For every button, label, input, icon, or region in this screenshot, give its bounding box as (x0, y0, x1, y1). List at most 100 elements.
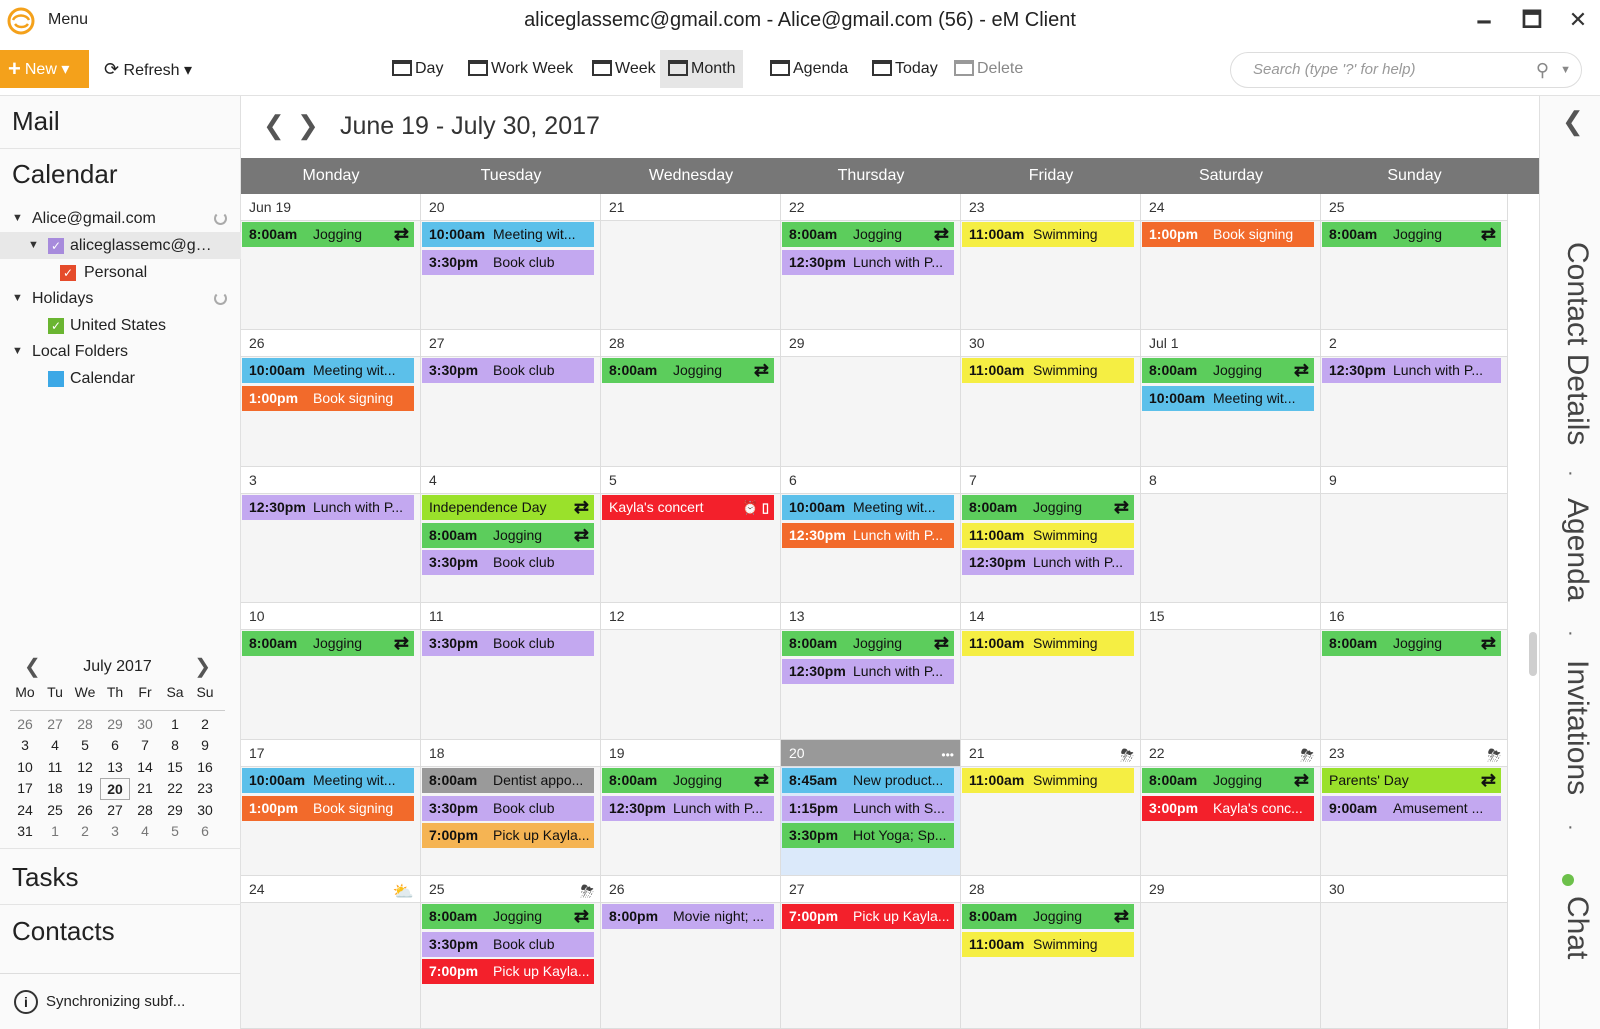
day-cell[interactable]: 21 (601, 194, 781, 330)
calendar-event[interactable]: 3:00pm Kayla's conc... (1142, 795, 1314, 821)
mini-day[interactable]: 25 (40, 800, 70, 822)
maximize-button[interactable]: 🗖 (1512, 4, 1552, 36)
expand-triangle-icon[interactable]: ▼ (12, 285, 23, 312)
view-day-button[interactable]: Day (384, 50, 451, 88)
day-cell[interactable]: 24 ⛅ (241, 876, 421, 1029)
view-agenda-button[interactable]: Agenda (762, 50, 856, 88)
mini-day[interactable]: 23 (190, 778, 220, 800)
chat-tab[interactable]: Chat (1546, 896, 1594, 959)
calendar-event[interactable]: 3:30pm Book club (422, 358, 594, 383)
calendar-event[interactable]: 8:00am Jogging ⇄ (1142, 358, 1314, 383)
calendar-event[interactable]: 8:00pm Movie night; ... (602, 904, 774, 929)
day-cell[interactable]: 30 (1321, 876, 1508, 1029)
day-cell[interactable]: 28 8:00am Jogging ⇄ (601, 330, 781, 467)
calendar-event[interactable]: 9:00am Amusement ... (1322, 795, 1501, 821)
day-cell[interactable]: 15 (1141, 603, 1321, 740)
day-cell[interactable]: 25 ⛈ 8:00am Jogging ⇄ 3:30pm Book club 7:00pm Pi… (421, 876, 601, 1029)
day-cell[interactable]: 23 ⛈ Parents' Day ⇄ 9:00am Amusement ... (1321, 740, 1508, 876)
mini-day[interactable]: 15 (160, 757, 190, 779)
day-cell[interactable]: 7 8:00am Jogging ⇄ 11:00am Swimming 12:30pm Lun… (961, 467, 1141, 603)
mini-prev-month-icon[interactable]: ❮ (24, 652, 41, 682)
view-today-button[interactable]: Today (864, 50, 946, 88)
checkbox-icon[interactable]: ✓ (48, 318, 64, 334)
calendar-event[interactable]: 11:00am Swimming (962, 768, 1134, 793)
tree-item[interactable]: ✓ Personal (0, 259, 241, 286)
mini-day[interactable]: 6 (100, 735, 130, 757)
day-cell[interactable]: 22 ⛈ 8:00am Jogging ⇄ 3:00pm Kayla's conc... (1141, 740, 1321, 876)
tasks-section[interactable]: Tasks (0, 862, 241, 893)
day-cell[interactable]: 25 8:00am Jogging ⇄ (1321, 194, 1508, 330)
mini-day[interactable]: 28 (70, 714, 100, 736)
calendar-event[interactable]: 1:00pm Book signing (242, 385, 414, 411)
minimize-button[interactable]: 🗕 (1464, 4, 1504, 36)
day-cell[interactable]: 27 7:00pm Pick up Kayla... (781, 876, 961, 1029)
day-cell[interactable]: 27 3:30pm Book club (421, 330, 601, 467)
day-cell[interactable]: 12 (601, 603, 781, 740)
calendar-event[interactable]: 3:30pm Book club (422, 249, 594, 275)
day-cell[interactable]: 14 11:00am Swimming (961, 603, 1141, 740)
calendar-event[interactable]: 8:00am Dentist appo... (422, 768, 594, 793)
view-delete-button[interactable]: Delete (946, 50, 1031, 88)
expand-triangle-icon[interactable]: ▼ (12, 338, 23, 365)
day-cell[interactable]: 26 10:00am Meeting wit... 1:00pm Book signin… (241, 330, 421, 467)
calendar-event[interactable]: Independence Day ⇄ (422, 495, 594, 520)
day-cell[interactable]: 23 11:00am Swimming (961, 194, 1141, 330)
calendar-event[interactable]: 8:00am Jogging ⇄ (1142, 768, 1314, 793)
day-cell[interactable]: 9 (1321, 467, 1508, 603)
calendar-event[interactable]: Parents' Day ⇄ (1322, 768, 1501, 793)
calendar-event[interactable]: 8:00am Jogging ⇄ (1322, 631, 1501, 656)
calendar-event[interactable]: 1:00pm Book signing (1142, 222, 1314, 247)
calendar-event[interactable]: 11:00am Swimming (962, 931, 1134, 957)
mini-day[interactable]: 24 (10, 800, 40, 822)
mini-day[interactable]: 17 (10, 778, 40, 800)
mini-day[interactable]: 27 (100, 800, 130, 822)
day-cell[interactable]: 28 8:00am Jogging ⇄ 11:00am Swimming (961, 876, 1141, 1029)
mini-day[interactable]: 1 (40, 821, 70, 843)
calendar-event[interactable]: 1:00pm Book signing (242, 795, 414, 821)
calendar-event[interactable]: 8:00am Jogging ⇄ (782, 631, 954, 656)
calendar-event[interactable]: 11:00am Swimming (962, 358, 1134, 383)
day-cell[interactable]: Jul 1 8:00am Jogging ⇄ 10:00am Meeting wit... (1141, 330, 1321, 467)
calendar-event[interactable]: 3:30pm Hot Yoga; Sp... (782, 823, 954, 848)
contacts-section[interactable]: Contacts (0, 916, 241, 947)
mini-day[interactable]: 10 (10, 757, 40, 779)
day-cell[interactable]: 19 8:00am Jogging ⇄ 12:30pm Lunch with P... (601, 740, 781, 876)
view-work-week-button[interactable]: Work Week (460, 50, 581, 88)
mini-day[interactable]: 5 (70, 735, 100, 757)
calendar-event[interactable]: 8:00am Jogging ⇄ (422, 522, 594, 548)
calendar-event[interactable]: 8:00am Jogging ⇄ (242, 631, 414, 656)
day-cell[interactable]: 21 ⛈ 11:00am Swimming (961, 740, 1141, 876)
calendar-event[interactable]: 12:30pm Lunch with P... (602, 795, 774, 821)
mini-day[interactable]: 26 (70, 800, 100, 822)
mini-day[interactable]: 26 (10, 714, 40, 736)
calendar-event[interactable]: 12:30pm Lunch with P... (782, 658, 954, 684)
calendar-event[interactable]: 3:30pm Book club (422, 550, 594, 575)
mini-day[interactable]: 14 (130, 757, 160, 779)
search-input[interactable]: Search (type '?' for help) ⚲ ▼ (1230, 52, 1582, 88)
day-cell[interactable]: 8 (1141, 467, 1321, 603)
calendar-event[interactable]: Kayla's concert ⏰ ▯ (602, 495, 774, 520)
mini-day[interactable]: 2 (70, 821, 100, 843)
mini-day[interactable]: 5 (160, 821, 190, 843)
calendar-event[interactable]: 8:00am Jogging ⇄ (422, 904, 594, 929)
mini-day[interactable]: 19 (70, 778, 100, 800)
day-cell[interactable]: Jun 19 8:00am Jogging ⇄ (241, 194, 421, 330)
day-cell[interactable]: 18 8:00am Dentist appo... 3:30pm Book club 7:… (421, 740, 601, 876)
tree-item[interactable]: ▼ Alice@gmail.com (0, 205, 241, 232)
day-cell[interactable]: 5 Kayla's concert ⏰ ▯ (601, 467, 781, 603)
view-month-button[interactable]: Month (660, 50, 744, 88)
mail-section[interactable]: Mail (0, 106, 241, 137)
calendar-event[interactable]: 8:45am New product... (782, 768, 954, 793)
next-range-icon[interactable]: ❯ (297, 110, 319, 141)
calendar-event[interactable]: 1:15pm Lunch with S... (782, 795, 954, 821)
invitations-tab[interactable]: Invitations (1546, 660, 1594, 795)
mini-next-month-icon[interactable]: ❯ (194, 652, 211, 682)
mini-day[interactable]: 21 (130, 778, 160, 800)
expand-triangle-icon[interactable]: ▼ (28, 232, 39, 259)
calendar-event[interactable]: 8:00am Jogging ⇄ (602, 358, 774, 383)
mini-day[interactable]: 20 (100, 778, 130, 800)
mini-day[interactable]: 30 (130, 714, 160, 736)
mini-day[interactable]: 3 (100, 821, 130, 843)
mini-day[interactable]: 8 (160, 735, 190, 757)
day-cell[interactable]: 2 12:30pm Lunch with P... (1321, 330, 1508, 467)
